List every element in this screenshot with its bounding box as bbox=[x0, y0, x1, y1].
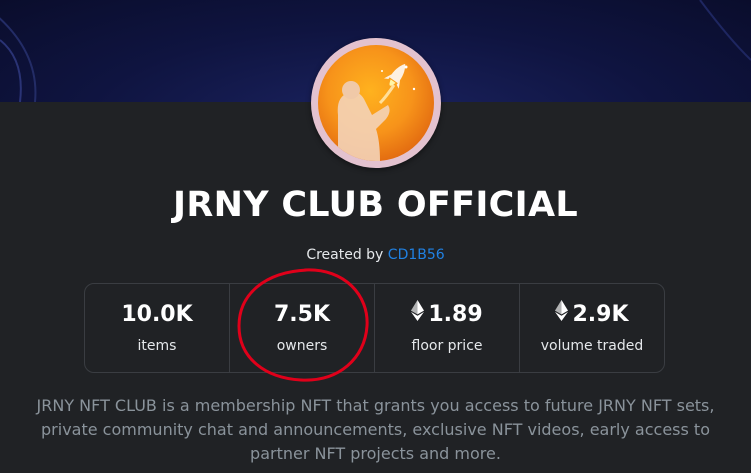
stat-label: floor price bbox=[411, 338, 483, 354]
ethereum-icon bbox=[411, 300, 425, 330]
stat-value: 7.5K bbox=[273, 302, 331, 327]
stat-value: 1.89 bbox=[428, 302, 483, 327]
stat-value: 2.9K bbox=[572, 302, 629, 327]
creator-link[interactable]: CD1B56 bbox=[388, 247, 445, 263]
collection-logo bbox=[318, 45, 434, 161]
stat-volume-traded[interactable]: 2.9K volume traded bbox=[520, 284, 664, 372]
created-by-label: Created by bbox=[306, 247, 384, 263]
collection-description: JRNY NFT CLUB is a membership NFT that g… bbox=[36, 396, 715, 463]
collection-title: JRNY CLUB OFFICIAL bbox=[173, 185, 578, 225]
stat-owners[interactable]: 7.5K owners bbox=[230, 284, 375, 372]
collection-stats: 10.0K items 7.5K owners 1.89 floor price bbox=[84, 283, 665, 373]
stat-label: volume traded bbox=[540, 338, 644, 354]
stat-items[interactable]: 10.0K items bbox=[85, 284, 230, 372]
stat-label: owners bbox=[276, 338, 328, 354]
stat-label: items bbox=[137, 338, 177, 354]
collection-avatar[interactable] bbox=[311, 38, 441, 168]
collection-page: JRNY CLUB OFFICIAL Created by CD1B56 10.… bbox=[0, 0, 751, 473]
stat-value: 10.0K bbox=[121, 302, 193, 327]
ethereum-icon bbox=[555, 300, 569, 330]
created-by: Created by CD1B56 bbox=[0, 244, 751, 266]
stat-value-row: 1.89 bbox=[411, 300, 483, 330]
stat-floor-price[interactable]: 1.89 floor price bbox=[375, 284, 520, 372]
stat-value-row: 2.9K bbox=[555, 300, 629, 330]
